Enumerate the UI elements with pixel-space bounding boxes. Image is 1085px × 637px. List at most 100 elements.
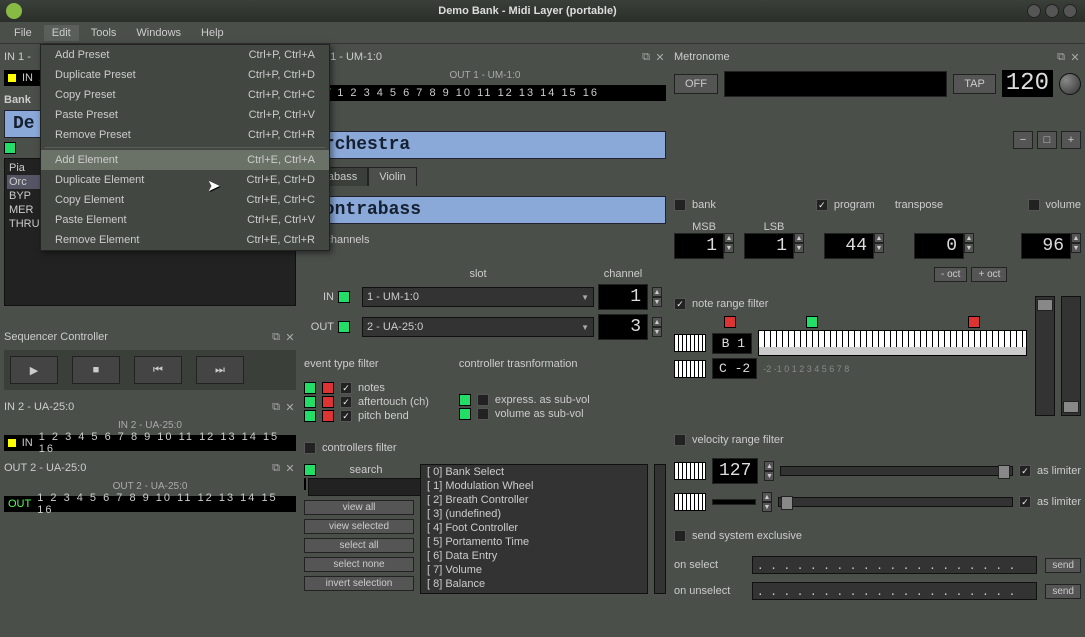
- next-button[interactable]: ⏭: [196, 356, 244, 384]
- close-icon[interactable]: ✕: [284, 401, 296, 413]
- sysex-onunselect-input[interactable]: . . . . . . . . . . . . . . . . . . . .: [752, 582, 1037, 600]
- notes-off-indicator[interactable]: [322, 382, 334, 394]
- menu-add-preset[interactable]: Add PresetCtrl+P, Ctrl+A: [41, 45, 329, 65]
- in-ch-down[interactable]: ▼: [652, 297, 662, 307]
- exp-checkbox[interactable]: [477, 394, 489, 406]
- bpm-knob[interactable]: [1059, 73, 1081, 95]
- list-item[interactable]: [ 0] Bank Select: [421, 465, 647, 479]
- list-item[interactable]: [ 3] (undefined): [421, 507, 647, 521]
- vel-value[interactable]: 127: [712, 458, 758, 484]
- in-channel[interactable]: 1: [598, 284, 648, 310]
- invert-selection-button[interactable]: invert selection: [304, 576, 414, 591]
- program-value[interactable]: 44: [824, 233, 874, 259]
- menu-copy-preset[interactable]: Copy PresetCtrl+P, Ctrl+C: [41, 85, 329, 105]
- list-item[interactable]: [ 1] Modulation Wheel: [421, 479, 647, 493]
- menu-paste-element[interactable]: Paste ElementCtrl+E, Ctrl+V: [41, 210, 329, 230]
- slider-b[interactable]: [1061, 296, 1081, 416]
- ctrl-ind-g[interactable]: [304, 464, 316, 476]
- scrollbar[interactable]: [654, 464, 666, 594]
- prog-up[interactable]: ▲: [874, 233, 884, 243]
- menu-remove-preset[interactable]: Remove PresetCtrl+P, Ctrl+R: [41, 125, 329, 145]
- prev-button[interactable]: ⏮: [134, 356, 182, 384]
- menu-windows[interactable]: Windows: [128, 25, 189, 41]
- menu-file[interactable]: File: [6, 25, 40, 41]
- undock-icon[interactable]: ⧉: [270, 401, 282, 413]
- list-item[interactable]: [ 6] Data Entry: [421, 549, 647, 563]
- tr-down[interactable]: ▼: [964, 243, 974, 253]
- volume-checkbox[interactable]: [1028, 199, 1040, 211]
- vel-slider-lo[interactable]: [778, 497, 1013, 507]
- vol-down[interactable]: ▼: [1071, 243, 1081, 253]
- send-onselect-button[interactable]: send: [1045, 558, 1081, 573]
- list-item[interactable]: [ 9] (undefined): [421, 591, 647, 594]
- plus-button[interactable]: +: [1061, 131, 1081, 149]
- view-selected-button[interactable]: view selected: [304, 519, 414, 534]
- menu-help[interactable]: Help: [193, 25, 232, 41]
- pitchbend-checkbox[interactable]: [340, 410, 352, 422]
- close-icon[interactable]: ✕: [284, 462, 296, 474]
- undock-icon[interactable]: ⧉: [1055, 51, 1067, 63]
- menu-copy-element[interactable]: Copy ElementCtrl+E, Ctrl+C: [41, 190, 329, 210]
- preset-lcd[interactable]: Orchestra: [304, 131, 666, 159]
- velrange-checkbox[interactable]: [674, 434, 686, 446]
- limiter1-checkbox[interactable]: [1019, 465, 1031, 477]
- range-marker-hi[interactable]: [968, 316, 980, 328]
- vel-slider-hi[interactable]: [780, 466, 1013, 476]
- noterange-checkbox[interactable]: [674, 298, 686, 310]
- minimize-button[interactable]: [1027, 4, 1041, 18]
- out-channel[interactable]: 3: [598, 314, 648, 340]
- aftertouch-checkbox[interactable]: [340, 396, 352, 408]
- view-all-button[interactable]: view all: [304, 500, 414, 515]
- keyboard-range[interactable]: [758, 330, 1027, 356]
- tr-up[interactable]: ▲: [964, 233, 974, 243]
- lsb-down[interactable]: ▼: [794, 243, 804, 253]
- minus-button[interactable]: −: [1013, 131, 1033, 149]
- list-item[interactable]: [ 8] Balance: [421, 577, 647, 591]
- exp-ind[interactable]: [459, 394, 471, 406]
- tap-button[interactable]: TAP: [953, 74, 996, 94]
- pb-on[interactable]: [304, 410, 316, 422]
- list-item[interactable]: [ 4] Foot Controller: [421, 521, 647, 535]
- out-slot-select[interactable]: 2 - UA-25:0▼: [362, 317, 594, 337]
- controller-list[interactable]: [ 0] Bank Select [ 1] Modulation Wheel […: [420, 464, 648, 594]
- vel2-up[interactable]: ▲: [762, 492, 772, 502]
- limiter2-checkbox[interactable]: [1019, 496, 1031, 508]
- msb-up[interactable]: ▲: [724, 233, 734, 243]
- transpose-value[interactable]: 0: [914, 233, 964, 259]
- lsb-up[interactable]: ▲: [794, 233, 804, 243]
- sysex-onselect-input[interactable]: . . . . . . . . . . . . . . . . . . . .: [752, 556, 1037, 574]
- vel-down[interactable]: ▼: [764, 471, 774, 481]
- msb-down[interactable]: ▼: [724, 243, 734, 253]
- vel2-down[interactable]: ▼: [762, 502, 772, 512]
- program-checkbox[interactable]: [816, 199, 828, 211]
- prog-down[interactable]: ▼: [874, 243, 884, 253]
- close-icon[interactable]: ✕: [1069, 51, 1081, 63]
- minus-oct-button[interactable]: - oct: [934, 267, 967, 282]
- metronome-off-button[interactable]: OFF: [674, 74, 718, 94]
- menu-paste-preset[interactable]: Paste PresetCtrl+P, Ctrl+V: [41, 105, 329, 125]
- lsb-value[interactable]: 1: [744, 233, 794, 259]
- range-marker-mid[interactable]: [806, 316, 818, 328]
- in-ch-up[interactable]: ▲: [652, 287, 662, 297]
- play-button[interactable]: ▶: [10, 356, 58, 384]
- slider-a[interactable]: [1035, 296, 1055, 416]
- menu-edit[interactable]: Edit: [44, 25, 79, 41]
- note-hi[interactable]: C -2: [712, 358, 757, 379]
- pb-off[interactable]: [322, 410, 334, 422]
- menu-duplicate-preset[interactable]: Duplicate PresetCtrl+P, Ctrl+D: [41, 65, 329, 85]
- close-button[interactable]: [1063, 4, 1077, 18]
- sysex-checkbox[interactable]: [674, 530, 686, 542]
- vol-ind[interactable]: [459, 408, 471, 420]
- undock-icon[interactable]: ⧉: [270, 462, 282, 474]
- notes-on-indicator[interactable]: [304, 382, 316, 394]
- preset-indicator[interactable]: [4, 142, 16, 154]
- vel-up[interactable]: ▲: [764, 461, 774, 471]
- volume-value[interactable]: 96: [1021, 233, 1071, 259]
- in-indicator[interactable]: [338, 291, 350, 303]
- tab-violin[interactable]: Violin: [368, 167, 417, 186]
- element-lcd[interactable]: Contrabass: [304, 196, 666, 224]
- at-off[interactable]: [322, 396, 334, 408]
- select-all-button[interactable]: select all: [304, 538, 414, 553]
- undock-icon[interactable]: ⧉: [640, 51, 652, 63]
- note-lo[interactable]: B 1: [712, 333, 752, 354]
